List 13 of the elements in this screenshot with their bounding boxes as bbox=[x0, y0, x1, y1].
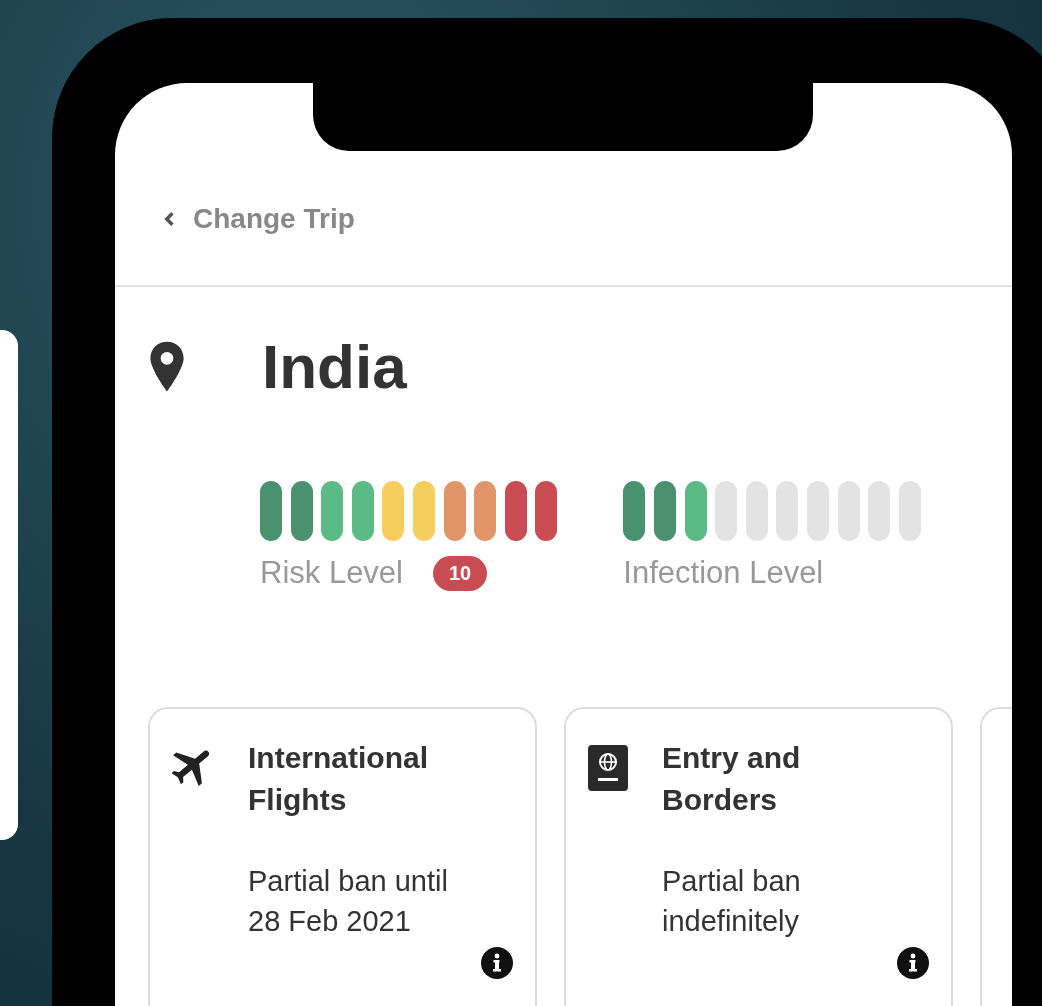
card-text: Partial ban indefinitely bbox=[662, 864, 802, 939]
info-icon[interactable] bbox=[481, 947, 513, 979]
level-badge: 10 bbox=[433, 555, 488, 591]
country-title: India bbox=[262, 331, 407, 403]
chevron-left-icon bbox=[163, 211, 175, 227]
card-text: Partial ban until 28 Feb 2021 bbox=[248, 864, 449, 939]
card-title: International Flights bbox=[248, 740, 429, 818]
card-title: Entry and Borders bbox=[662, 740, 802, 818]
info-icon[interactable] bbox=[897, 947, 929, 979]
meter-label: Risk Level bbox=[260, 555, 403, 591]
back-link[interactable]: Change Trip bbox=[163, 203, 355, 235]
meter-label: Infection Level bbox=[623, 555, 824, 591]
passport-icon bbox=[588, 745, 628, 791]
